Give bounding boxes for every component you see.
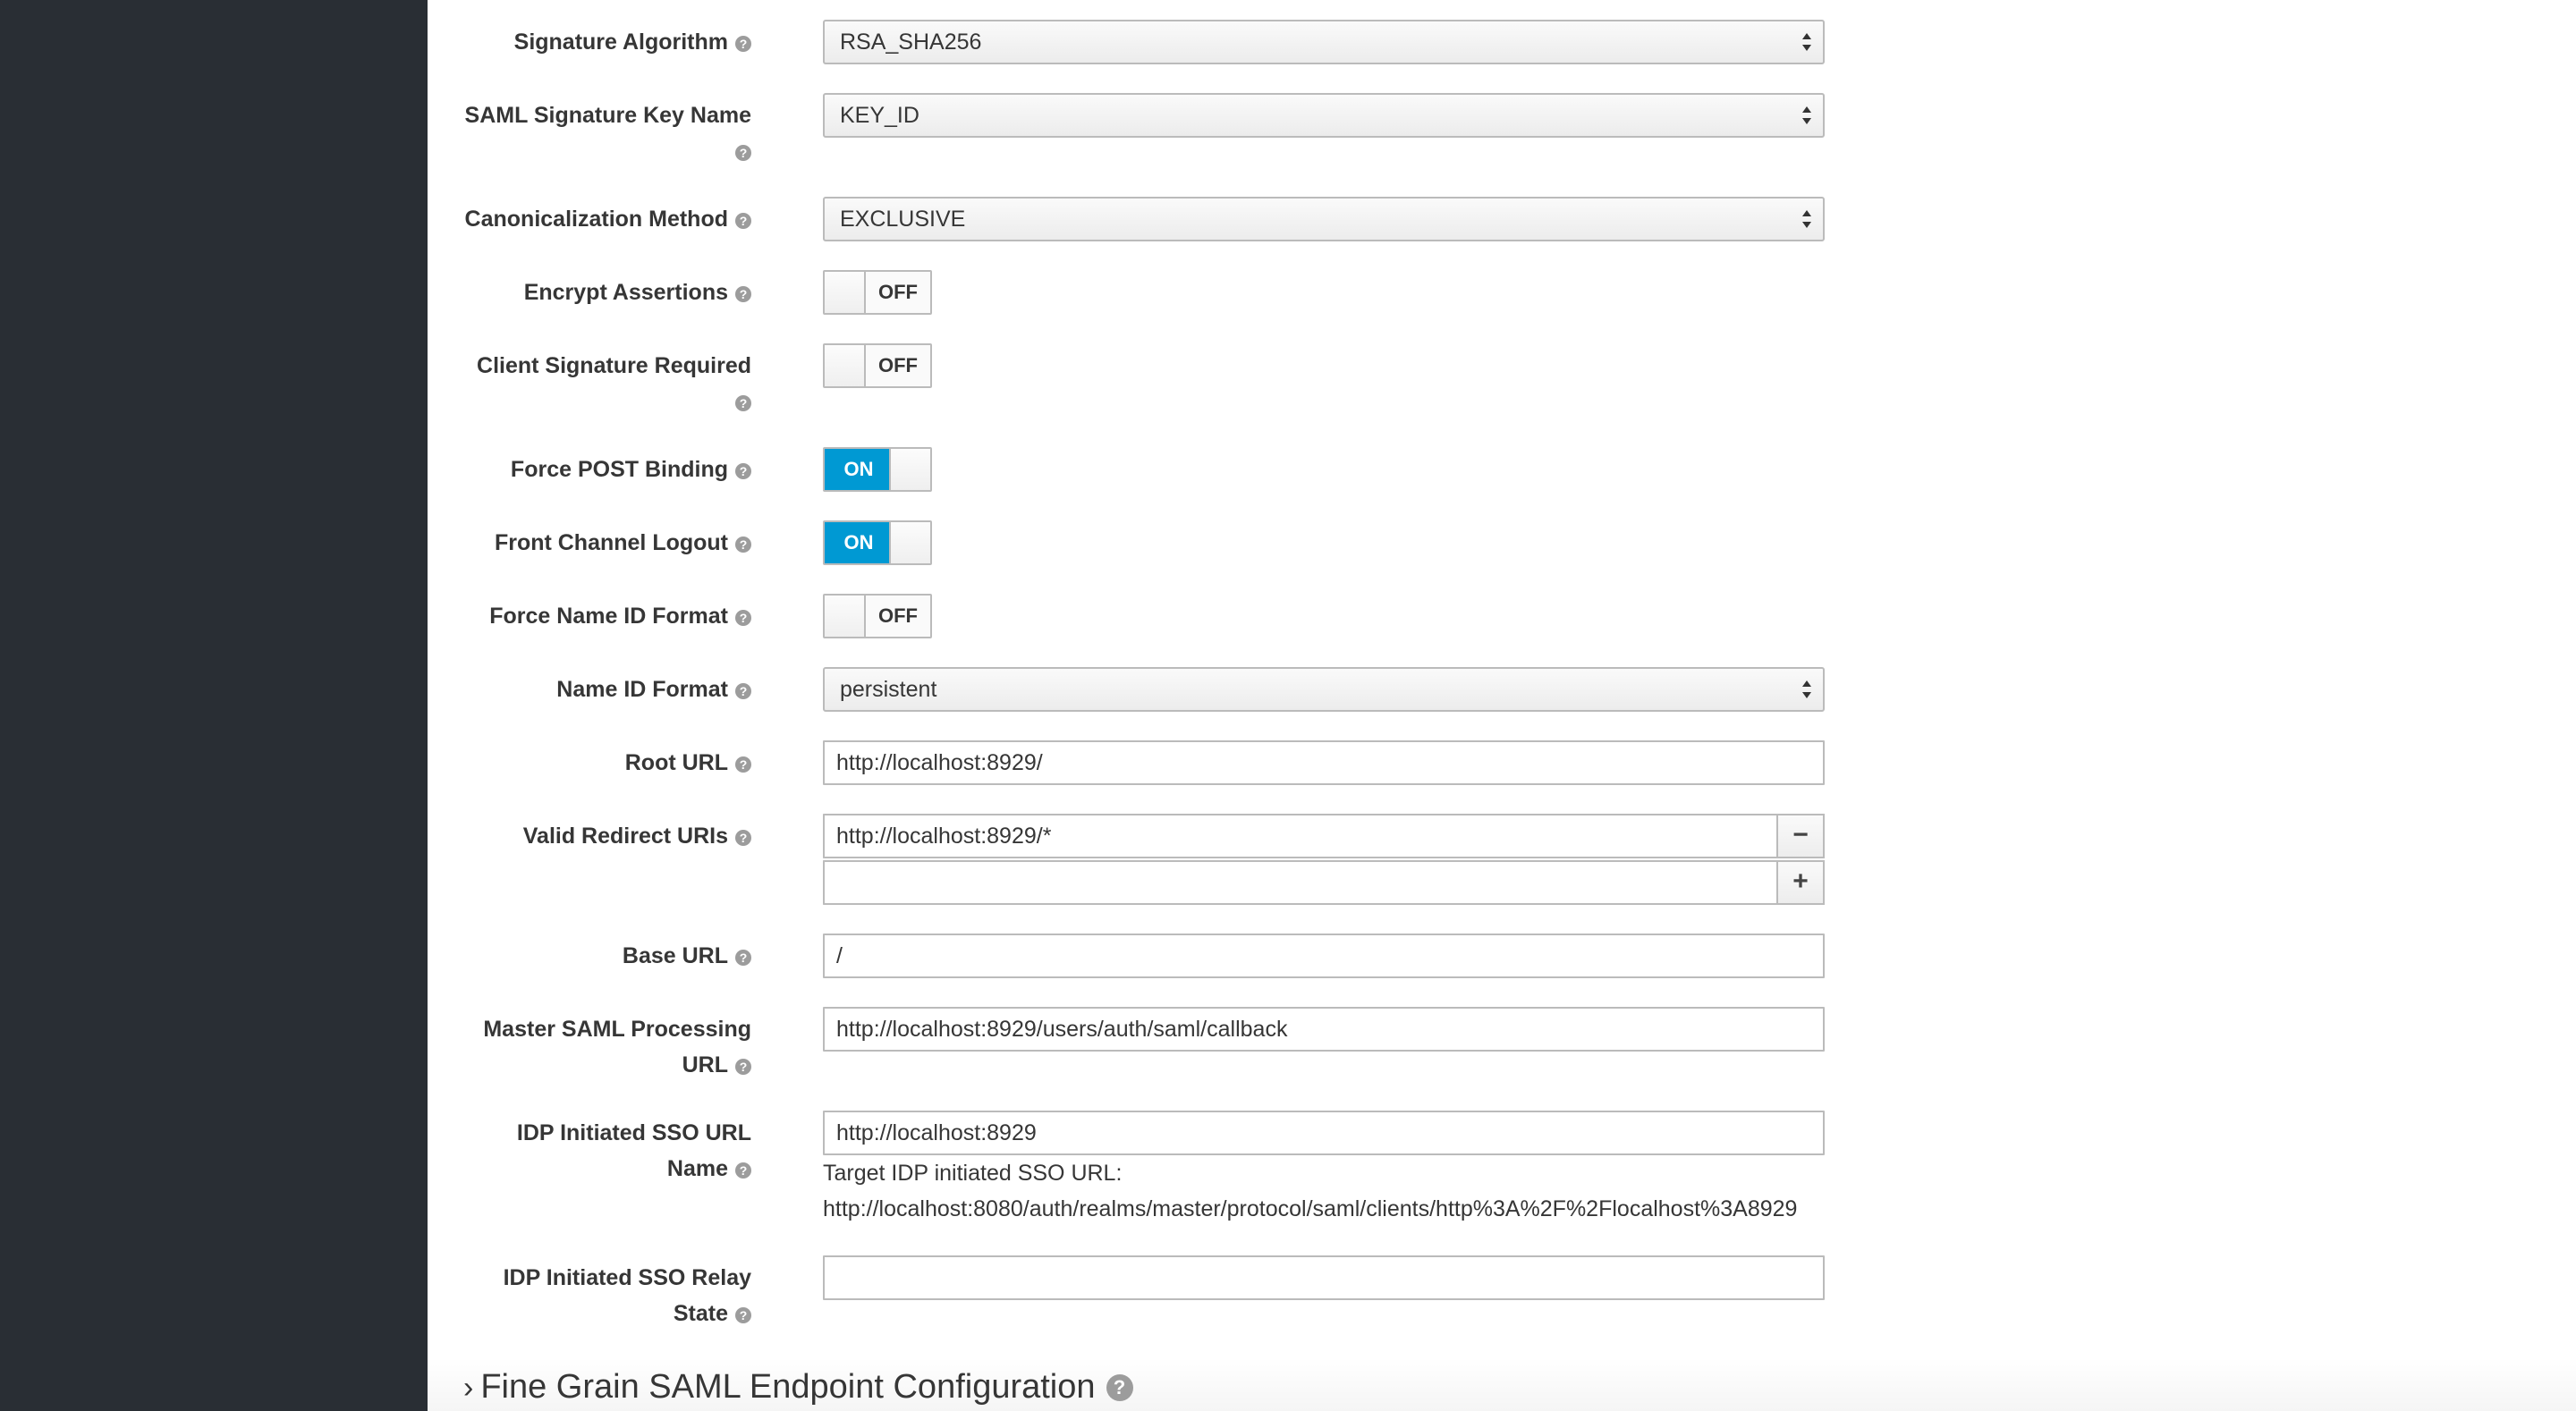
help-icon[interactable]: ? (735, 213, 751, 229)
saml-signature-key-name-row: SAML Signature Key Name? KEY_ID (428, 93, 2576, 161)
select-arrows-icon (1801, 106, 1812, 125)
chevron-right-icon: › (463, 1371, 474, 1405)
saml-signature-key-name-label: SAML Signature Key Name? (464, 103, 751, 161)
master-saml-processing-url-label: Master SAML Processing URL? (483, 1017, 751, 1077)
force-name-id-format-toggle[interactable]: OFF (823, 594, 932, 638)
help-icon[interactable]: ? (735, 1307, 751, 1323)
client-signature-required-toggle[interactable]: OFF (823, 343, 932, 388)
signature-algorithm-label: Signature Algorithm? (514, 24, 751, 60)
canonicalization-method-label: Canonicalization Method? (465, 201, 751, 237)
name-id-format-row: Name ID Format? persistent (428, 667, 2576, 712)
fine-grain-saml-section-toggle[interactable]: › Fine Grain SAML Endpoint Configuration? (463, 1365, 1133, 1410)
redirect-uri-entry: + (823, 860, 1825, 905)
help-icon[interactable]: ? (735, 830, 751, 846)
redirect-uri-entry: http://localhost:8929/* − (823, 814, 1825, 858)
help-icon[interactable]: ? (735, 1059, 751, 1075)
toggle-state: OFF (866, 596, 930, 637)
target-sso-url-value: http://localhost:8080/auth/realms/master… (823, 1196, 1798, 1221)
help-icon[interactable]: ? (735, 537, 751, 553)
select-arrows-icon (1801, 209, 1812, 229)
valid-redirect-uris-label: Valid Redirect URIs? (523, 818, 751, 854)
canonicalization-method-select[interactable]: EXCLUSIVE (823, 197, 1825, 241)
redirect-uri-input[interactable]: http://localhost:8929/* (823, 814, 1778, 858)
front-channel-logout-toggle[interactable]: ON (823, 520, 932, 565)
force-name-id-format-label: Force Name ID Format? (489, 598, 751, 634)
toggle-state: ON (825, 449, 893, 490)
help-icon[interactable]: ? (735, 610, 751, 626)
help-icon[interactable]: ? (735, 286, 751, 302)
remove-redirect-uri-button[interactable]: − (1776, 814, 1825, 858)
toggle-knob (825, 596, 866, 637)
help-icon[interactable]: ? (1106, 1374, 1133, 1401)
section-title: Fine Grain SAML Endpoint Configuration (480, 1368, 1096, 1406)
encrypt-assertions-toggle[interactable]: OFF (823, 270, 932, 315)
force-post-binding-label: Force POST Binding? (511, 452, 751, 487)
toggle-knob (825, 345, 866, 386)
help-icon[interactable]: ? (735, 683, 751, 699)
help-icon[interactable]: ? (735, 395, 751, 411)
root-url-label: Root URL? (625, 745, 751, 781)
saml-signature-key-name-select[interactable]: KEY_ID (823, 93, 1825, 138)
help-icon[interactable]: ? (735, 756, 751, 773)
force-post-binding-toggle[interactable]: ON (823, 447, 932, 492)
encrypt-assertions-label: Encrypt Assertions? (524, 275, 751, 310)
idp-initiated-sso-url-name-label: IDP Initiated SSO URL Name? (516, 1120, 751, 1181)
toggle-state: ON (825, 522, 893, 563)
toggle-knob (889, 449, 930, 490)
idp-initiated-sso-url-name-input[interactable]: http://localhost:8929 (823, 1111, 1825, 1155)
front-channel-logout-label: Front Channel Logout? (495, 525, 751, 561)
select-arrows-icon (1801, 32, 1812, 52)
select-arrows-icon (1801, 680, 1812, 699)
help-icon[interactable]: ? (735, 36, 751, 52)
toggle-knob (889, 522, 930, 563)
valid-redirect-uris-list: http://localhost:8929/* − + (823, 814, 1825, 905)
master-saml-processing-url-input[interactable]: http://localhost:8929/users/auth/saml/ca… (823, 1007, 1825, 1052)
idp-initiated-sso-url-name-field: http://localhost:8929 Target IDP initiat… (823, 1111, 1825, 1227)
base-url-label: Base URL? (623, 938, 751, 974)
idp-initiated-sso-relay-state-label: IDP Initiated SSO Relay State? (503, 1265, 751, 1326)
client-signature-required-label: Client Signature Required? (477, 353, 751, 411)
toggle-state: OFF (866, 272, 930, 313)
signature-algorithm-row: Signature Algorithm? RSA_SHA256 (428, 20, 2576, 64)
help-icon[interactable]: ? (735, 1162, 751, 1179)
toggle-state: OFF (866, 345, 930, 386)
help-icon[interactable]: ? (735, 950, 751, 966)
new-redirect-uri-input[interactable] (823, 860, 1778, 905)
idp-initiated-sso-relay-state-input[interactable] (823, 1255, 1825, 1300)
target-sso-url-caption: Target IDP initiated SSO URL: (823, 1161, 1123, 1186)
root-url-input[interactable]: http://localhost:8929/ (823, 740, 1825, 785)
signature-algorithm-select[interactable]: RSA_SHA256 (823, 20, 1825, 64)
canonicalization-method-row: Canonicalization Method? EXCLUSIVE (428, 197, 2576, 241)
help-icon[interactable]: ? (735, 145, 751, 161)
name-id-format-select[interactable]: persistent (823, 667, 1825, 712)
left-sidebar (0, 0, 428, 1411)
add-redirect-uri-button[interactable]: + (1776, 860, 1825, 905)
toggle-knob (825, 272, 866, 313)
base-url-input[interactable]: / (823, 934, 1825, 978)
help-icon[interactable]: ? (735, 463, 751, 479)
main-content: Signature Algorithm? RSA_SHA256 SAML Sig… (428, 0, 2576, 1411)
name-id-format-label: Name ID Format? (556, 672, 751, 707)
